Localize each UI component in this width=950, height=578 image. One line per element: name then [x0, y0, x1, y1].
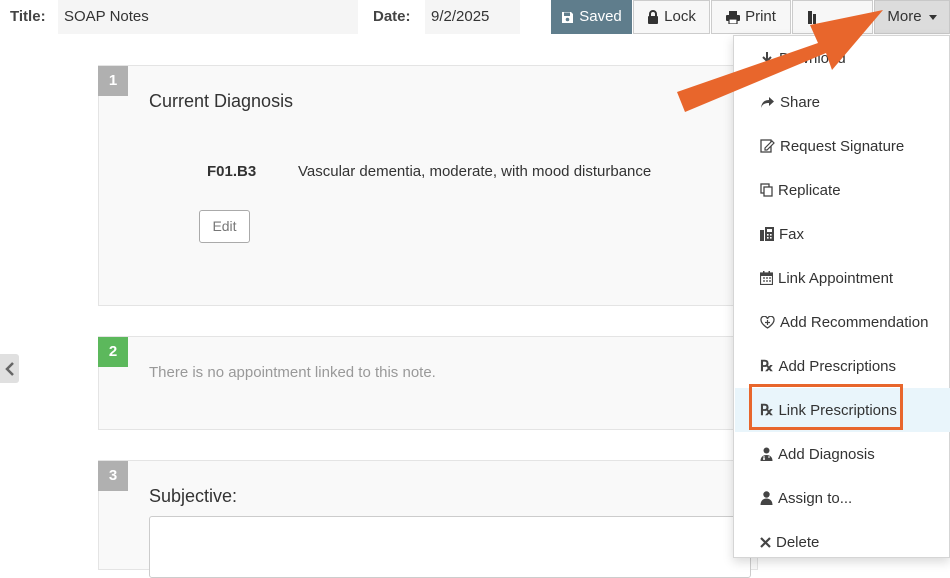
section-number-3: 3: [98, 461, 128, 491]
lock-button[interactable]: Lock: [633, 0, 710, 34]
menu-item-label: Link Appointment: [778, 269, 894, 287]
print-label: Print: [745, 8, 776, 25]
signature-icon: [760, 139, 775, 153]
fax-icon: [760, 227, 774, 241]
section-number-1: 1: [98, 66, 128, 96]
menu-item-add-diagnosis[interactable]: Add Diagnosis: [735, 432, 950, 476]
subjective-textarea[interactable]: [149, 516, 751, 578]
menu-item-label: Fax: [779, 225, 805, 243]
heart-icon: [760, 315, 775, 329]
menu-item-link-appointment[interactable]: Link Appointment: [735, 256, 950, 300]
menu-item-label: Share: [780, 93, 821, 111]
menu-item-fax[interactable]: Fax: [735, 212, 950, 256]
menu-item-share[interactable]: Share: [735, 80, 950, 124]
diagnosis-description: Vascular dementia, moderate, with mood d…: [298, 163, 652, 180]
menu-item-add-prescriptions[interactable]: ℞ Add Prescriptions: [735, 344, 950, 388]
calendar-icon: [760, 271, 773, 285]
menu-item-delete[interactable]: Delete: [735, 520, 950, 564]
menu-item-label: Add Recommendation: [780, 313, 929, 331]
rx-icon: ℞: [760, 357, 774, 375]
download-icon: [761, 52, 773, 65]
user-icon: [760, 491, 773, 505]
section-number-2: 2: [98, 337, 128, 367]
save-icon: [562, 11, 574, 23]
toolbar-button-icon: [808, 10, 816, 24]
chevron-down-icon: [928, 14, 937, 20]
date-label: Date:: [373, 8, 411, 25]
menu-item-replicate[interactable]: Replicate: [735, 168, 950, 212]
annotation-highlight-box: [749, 384, 903, 430]
toolbar: Title: SOAP Notes Date: 9/2/2025 Saved L…: [0, 0, 950, 34]
no-appointment-message: There is no appointment linked to this n…: [149, 364, 436, 381]
saved-label: Saved: [579, 8, 622, 25]
menu-item-download[interactable]: Download: [735, 36, 950, 80]
print-button[interactable]: Print: [711, 0, 791, 34]
menu-item-label: Assign to...: [778, 489, 853, 507]
more-button[interactable]: More: [874, 0, 950, 34]
menu-item-label: Add Prescriptions: [778, 357, 897, 375]
menu-item-label: Replicate: [778, 181, 841, 199]
title-input[interactable]: SOAP Notes: [58, 0, 358, 34]
menu-item-label: Download: [779, 49, 846, 67]
lock-label: Lock: [664, 8, 696, 25]
menu-item-request-signature[interactable]: Request Signature: [735, 124, 950, 168]
saved-button[interactable]: Saved: [551, 0, 632, 34]
hidden-toolbar-button[interactable]: [792, 0, 873, 34]
share-icon: [761, 96, 774, 108]
printer-icon: [726, 10, 741, 24]
menu-item-label: Add Diagnosis: [778, 445, 875, 463]
menu-item-label: Delete: [776, 533, 820, 551]
current-diagnosis-title: Current Diagnosis: [149, 91, 294, 111]
doctor-icon: [760, 447, 773, 461]
appointment-panel: [98, 336, 758, 430]
subjective-title: Subjective:: [149, 486, 238, 506]
title-label: Title:: [10, 8, 46, 25]
more-label: More: [887, 8, 922, 25]
sidebar-toggle[interactable]: [0, 354, 19, 383]
more-dropdown-menu: Download Share Request Signature Replica…: [733, 35, 950, 558]
menu-item-assign-to[interactable]: Assign to...: [735, 476, 950, 520]
chevron-left-icon: [4, 361, 14, 376]
copy-icon: [760, 183, 773, 197]
edit-diagnosis-button[interactable]: Edit: [199, 210, 250, 243]
date-input[interactable]: 9/2/2025: [425, 0, 520, 34]
menu-item-add-recommendation[interactable]: Add Recommendation: [735, 300, 950, 344]
lock-icon: [648, 10, 659, 24]
close-icon: [760, 536, 771, 548]
menu-item-label: Request Signature: [780, 137, 905, 155]
diagnosis-code: F01.B3: [207, 163, 257, 180]
